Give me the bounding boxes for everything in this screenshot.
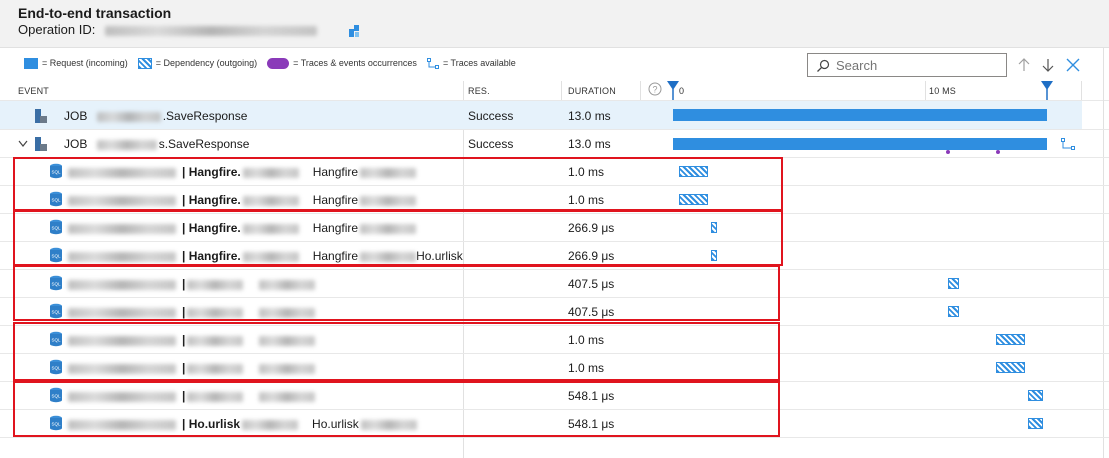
legend-dependency: = Dependency (outgoing) — [137, 57, 257, 69]
traces-available-icon — [426, 57, 439, 69]
event-name: JOB s.SaveResponse — [64, 137, 250, 151]
highlight-box — [13, 322, 780, 381]
column-header-res[interactable]: RES. — [468, 86, 490, 100]
timeline-start-label: 0 — [679, 86, 685, 96]
traces-swatch — [267, 57, 290, 69]
page-header: End-to-end transaction Operation ID: — [0, 0, 1109, 48]
timeline-start-marker-icon[interactable] — [666, 80, 680, 100]
event-duration: 13.0 ms — [568, 109, 611, 123]
event-result: Success — [468, 137, 514, 151]
trace-occurrence-marker[interactable] — [946, 150, 950, 154]
help-icon[interactable]: ? — [648, 82, 662, 96]
request-swatch — [24, 57, 38, 69]
column-header-event[interactable]: EVENT — [18, 86, 49, 100]
dependency-bar[interactable] — [996, 334, 1025, 345]
job-request-icon — [35, 137, 47, 151]
copy-icon[interactable] — [348, 24, 362, 38]
page-title: End-to-end transaction — [18, 5, 172, 21]
highlight-box — [13, 157, 783, 211]
operation-id: Operation ID: — [18, 22, 317, 37]
event-result: Success — [468, 109, 514, 123]
highlight-box — [13, 381, 780, 437]
arrow-up-icon — [1018, 58, 1030, 71]
legend-traces-available: = Traces available — [426, 57, 516, 69]
event-duration: 13.0 ms — [568, 137, 611, 151]
legend: = Request (incoming) = Dependency (outgo… — [24, 56, 526, 70]
dependency-bar[interactable] — [1028, 418, 1043, 429]
operation-id-value-redacted — [104, 25, 317, 36]
arrow-down-icon — [1042, 59, 1054, 72]
trace-occurrence-marker[interactable] — [996, 150, 1000, 154]
legend-request: = Request (incoming) — [24, 57, 128, 69]
dependency-bar[interactable] — [996, 362, 1025, 373]
highlight-box — [13, 210, 783, 266]
timeline-end-marker-icon[interactable] — [1040, 80, 1054, 100]
search-box[interactable] — [807, 53, 1007, 77]
timeline-tick-label: 10 MS — [929, 86, 957, 96]
table-row[interactable]: JOB s.SaveResponse Success 13.0 ms — [0, 130, 1082, 158]
legend-traces: = Traces & events occurrences — [267, 57, 417, 69]
table-row[interactable]: JOB .SaveResponse Success 13.0 ms — [0, 101, 1082, 129]
highlight-box — [13, 265, 780, 321]
previous-result-button[interactable] — [1014, 55, 1034, 75]
dependency-bar[interactable] — [1028, 390, 1043, 401]
dependency-swatch — [137, 57, 152, 69]
next-result-button[interactable] — [1038, 55, 1058, 75]
traces-available-icon[interactable] — [1061, 138, 1075, 150]
search-icon — [817, 59, 830, 72]
close-icon — [1066, 58, 1080, 72]
operation-id-label: Operation ID: — [18, 22, 96, 37]
dependency-bar[interactable] — [948, 278, 959, 289]
request-bar[interactable] — [673, 138, 1047, 150]
chevron-down-icon[interactable] — [18, 140, 28, 148]
close-search-button[interactable] — [1063, 55, 1083, 75]
event-name: JOB .SaveResponse — [64, 109, 248, 123]
job-request-icon — [35, 109, 47, 123]
svg-text:?: ? — [652, 85, 657, 95]
column-header-duration[interactable]: DURATION — [568, 86, 616, 100]
search-input[interactable] — [836, 57, 1001, 73]
dependency-bar[interactable] — [948, 306, 959, 317]
request-bar[interactable] — [673, 109, 1047, 121]
